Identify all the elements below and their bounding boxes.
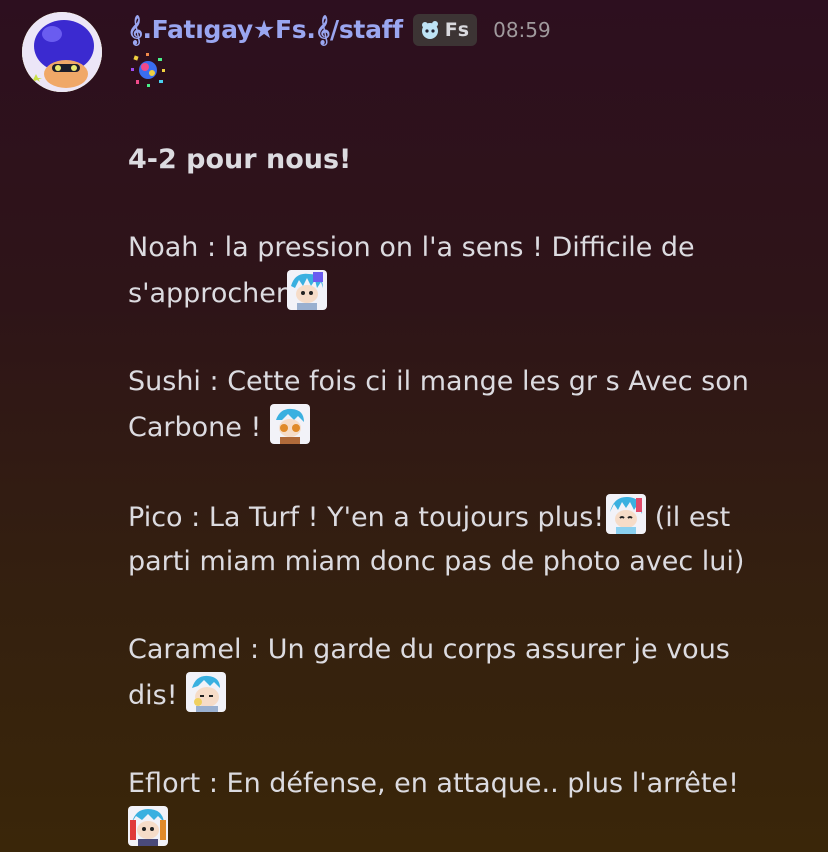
server-tag[interactable]: Fs [412, 14, 478, 46]
text-line [128, 806, 788, 852]
text-line: Caramel : Un garde du corps assurer je v… [128, 634, 730, 665]
text-fragment: dis! [128, 680, 187, 711]
text-line: parti miam miam donc pas de photo avec l… [128, 546, 745, 577]
chat-message: 𝄞.Fatıgay★Fs.𝄞/staff Fs 08:59 4-2 pour n… [0, 0, 828, 852]
confetti-line [128, 50, 788, 94]
pico-emoji-icon[interactable] [606, 494, 647, 534]
text-fragment: (il est [646, 502, 731, 533]
sushi-emoji-icon[interactable] [269, 404, 310, 444]
message-content: 4-2 pour nous! Noah : la pression on l'a… [128, 50, 788, 852]
author-name[interactable]: 𝄞.Fatıgay★Fs.𝄞/staff [128, 15, 403, 45]
text-line: Noah : la pression on l'a sens ! Diffici… [128, 232, 695, 263]
text-line: Eflort : En défense, en attaque.. plus l… [128, 768, 739, 799]
text-fragment: s'approcher [128, 278, 288, 309]
message-timestamp[interactable]: 08:59 [493, 18, 551, 42]
confetti-emoji-icon[interactable] [128, 50, 168, 90]
text-fragment: Carbone ! [128, 412, 270, 443]
eflort-emoji-icon[interactable] [128, 806, 168, 846]
score-headline: 4-2 pour nous! [128, 144, 352, 175]
text-line: dis! [128, 672, 788, 718]
caramel-emoji-icon[interactable] [186, 672, 227, 712]
text-fragment: Pico : La Turf ! Y'en a toujours plus! [128, 502, 605, 533]
user-avatar[interactable] [22, 12, 102, 92]
splat-tag-icon [421, 21, 438, 39]
squid-avatar-icon [22, 12, 102, 92]
text-line: Carbone ! [128, 404, 788, 450]
message-header: 𝄞.Fatıgay★Fs.𝄞/staff Fs 08:59 [128, 12, 551, 48]
text-line: s'approcher [128, 270, 788, 316]
server-tag-label: Fs [444, 19, 470, 41]
noah-emoji-icon[interactable] [287, 270, 328, 310]
text-line: Pico : La Turf ! Y'en a toujours plus! (… [128, 494, 788, 540]
text-line: Sushi : Cette fois ci il mange les gr s … [128, 366, 749, 397]
